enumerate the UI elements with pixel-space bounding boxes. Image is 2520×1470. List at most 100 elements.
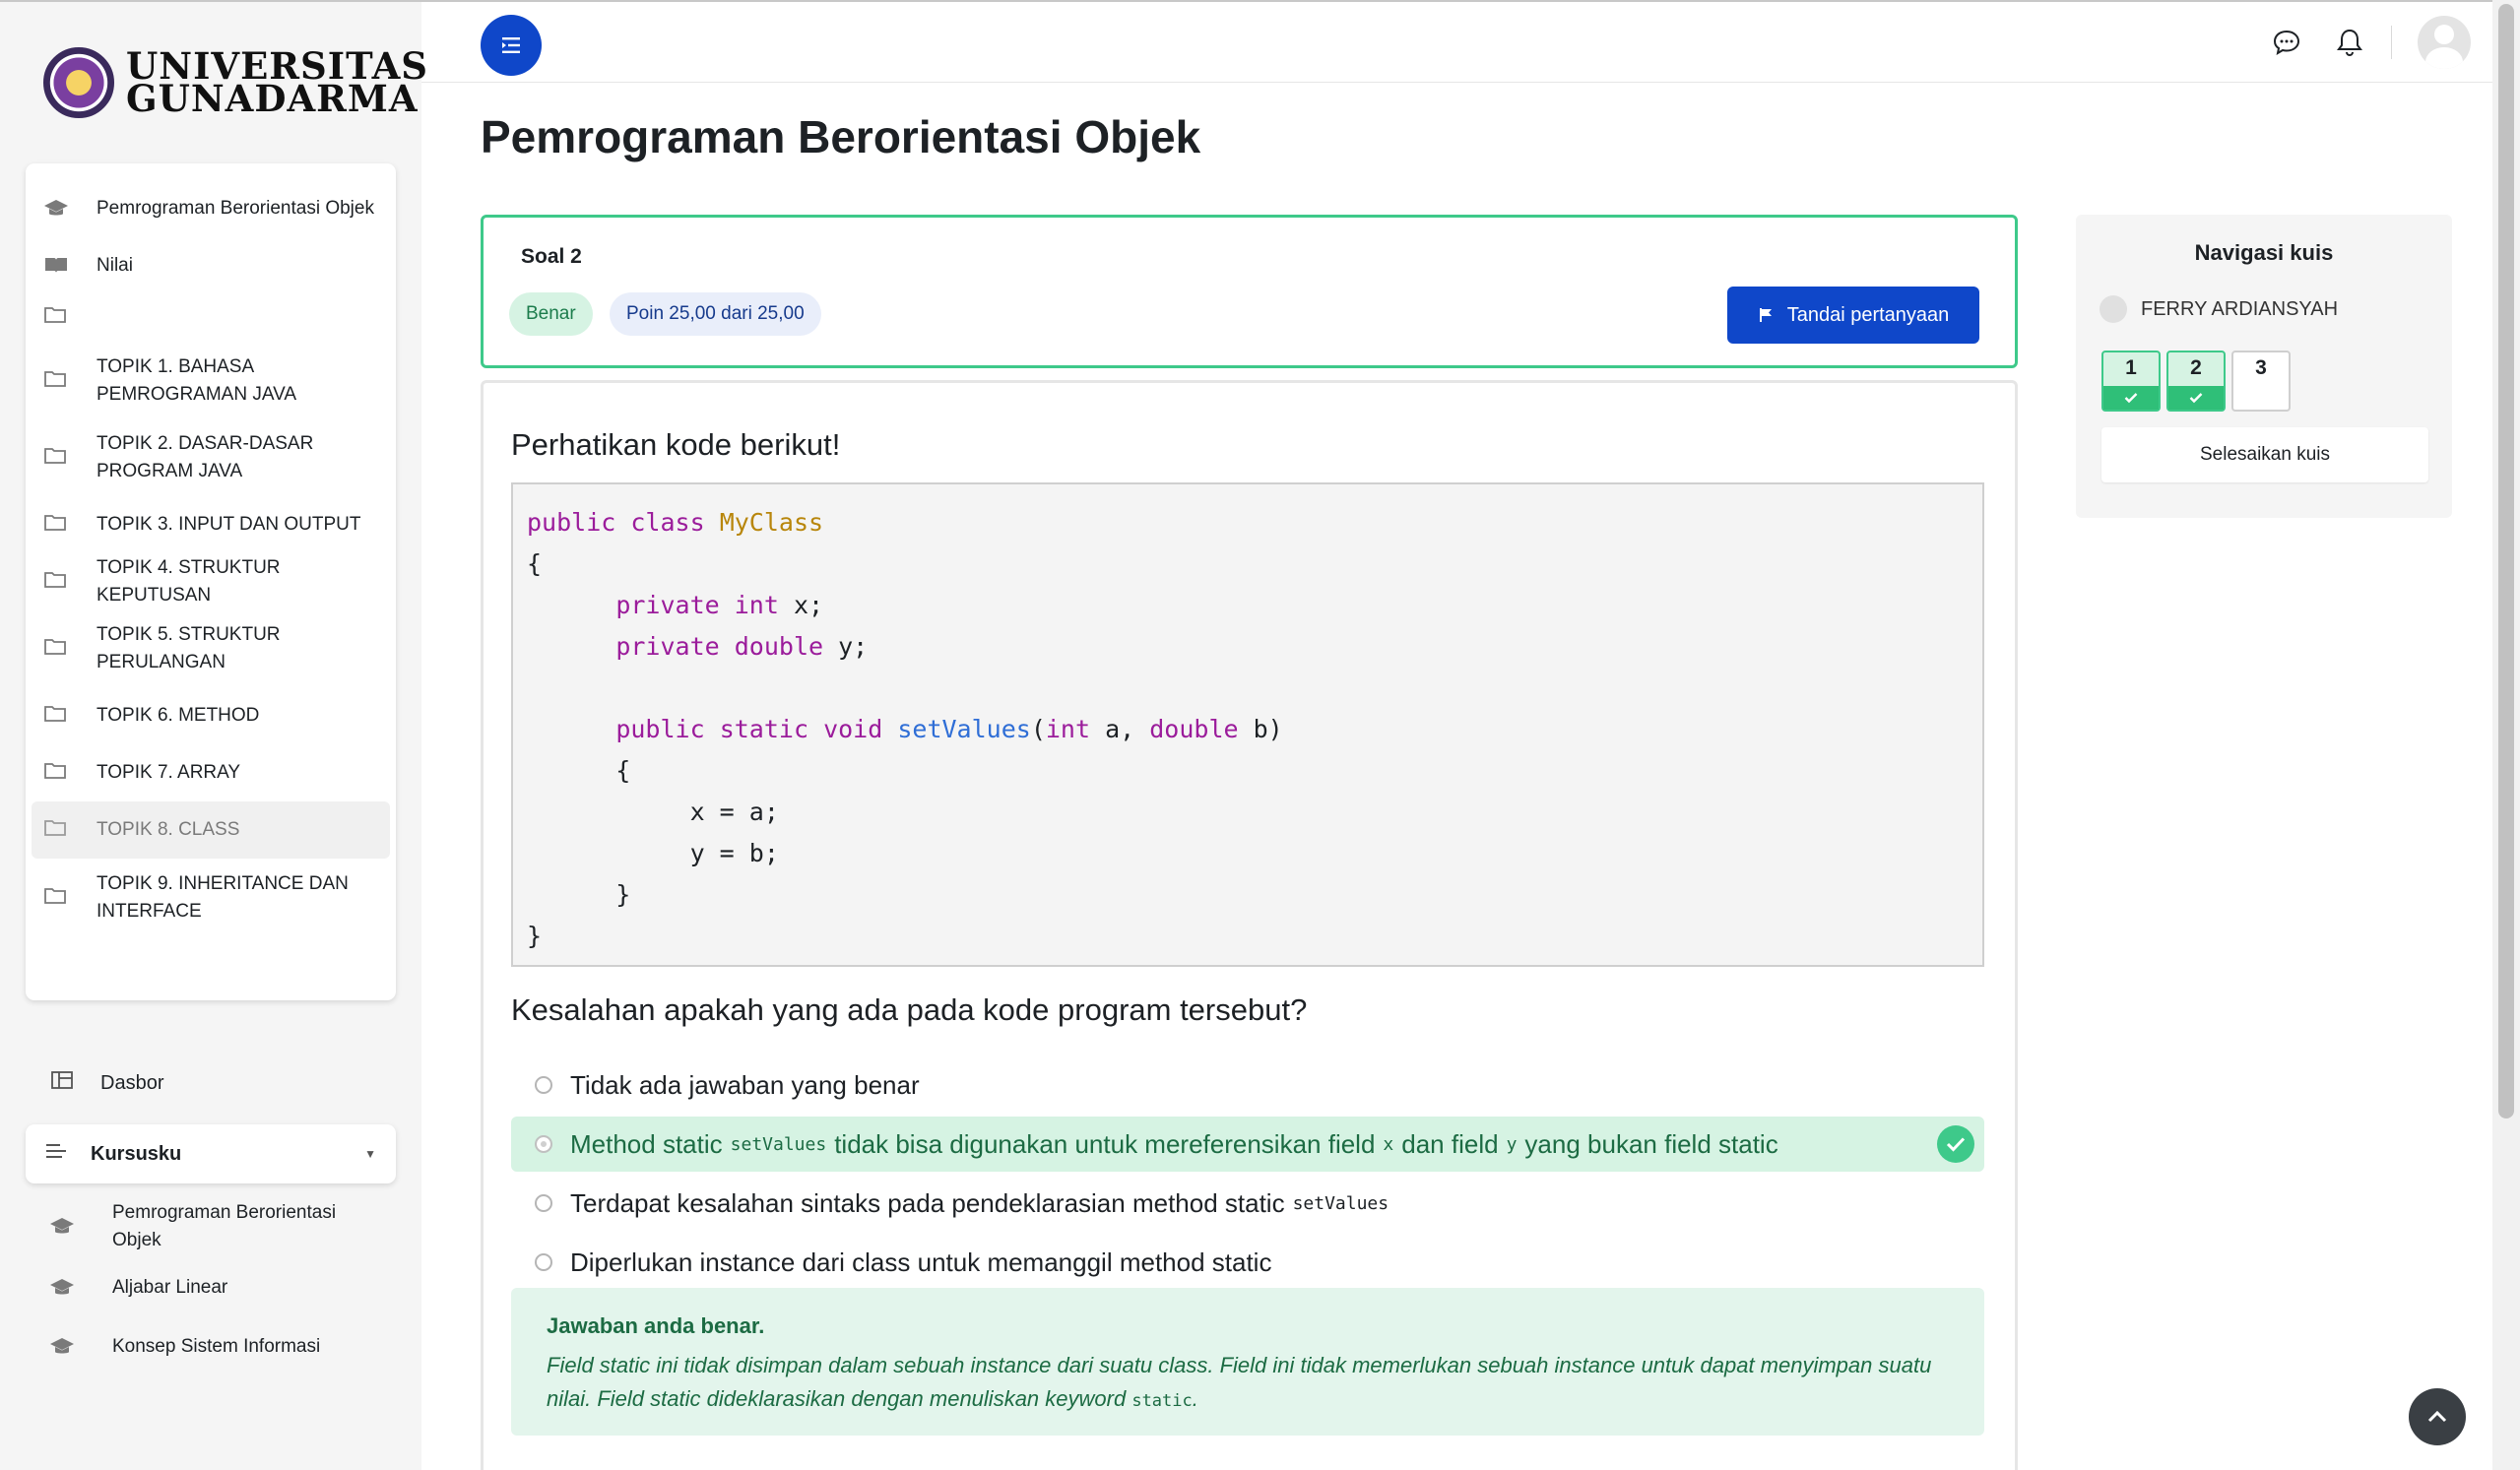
dashboard-icon [51, 1070, 75, 1096]
university-logo[interactable]: UNIVERSITAS GUNADARMA [43, 47, 428, 118]
nav-topik-1[interactable]: TOPIK 1. BAHASA PEMROGRAMAN JAVA [26, 343, 396, 419]
answer-radio[interactable] [535, 1194, 552, 1212]
answer-option[interactable]: Tidak ada jawaban yang benar [511, 1057, 1984, 1113]
menu-toggle-button[interactable] [481, 15, 542, 76]
nav-label: Pemrograman Berorientasi Objek [97, 198, 374, 219]
page-scrollbar[interactable] [2492, 0, 2520, 1470]
feedback-keyword: static [1131, 1391, 1193, 1411]
kursus-item[interactable]: Pemrograman Berorientasi Objek [26, 1195, 396, 1258]
user-avatar[interactable] [2418, 16, 2471, 69]
code-line: } [527, 880, 631, 909]
feedback-title: Jawaban anda benar. [547, 1313, 765, 1338]
code-block: public class MyClass { private int x; pri… [511, 482, 1984, 967]
nav-section-general[interactable] [26, 291, 396, 343]
quiz-nav-title: Navigasi kuis [2194, 240, 2334, 265]
book-icon [43, 254, 71, 278]
code-line: } [527, 922, 543, 950]
code-line: y = b; [527, 839, 779, 867]
question-prompt: Kesalahan apakah yang ada pada kode prog… [511, 992, 1308, 1027]
nav-label: TOPIK 7. ARRAY [97, 762, 241, 783]
back-to-top-button[interactable] [2409, 1388, 2466, 1445]
messages-button[interactable] [2267, 23, 2306, 62]
menu-toggle-icon [502, 37, 520, 53]
correct-check-icon [1937, 1125, 1974, 1163]
quiz-user: FERRY ARDIANSYAH [2100, 295, 2338, 323]
question-button-3[interactable]: 3 [2231, 351, 2291, 412]
answer-option[interactable]: Terdapat kesalahan sintaks pada pendekla… [511, 1176, 1984, 1231]
answer-code: setValues [730, 1133, 827, 1155]
kursus-item[interactable]: Konsep Sistem Informasi [26, 1317, 396, 1376]
nav-grades[interactable]: Nilai [26, 240, 396, 291]
kursus-label: Pemrograman Berorientasi Objek [112, 1202, 337, 1250]
folder-icon [43, 818, 71, 842]
question-button-2[interactable]: 2 [2166, 351, 2226, 412]
flag-icon [1759, 308, 1772, 322]
answer-radio[interactable] [535, 1076, 552, 1094]
question-button-label: 2 [2190, 356, 2202, 379]
nav-topik-8[interactable]: TOPIK 8. CLASS [32, 801, 390, 859]
kursusku-label: Kursusku [91, 1142, 182, 1165]
answer-radio[interactable] [535, 1253, 552, 1271]
nav-label: TOPIK 5. STRUKTUR PERULANGAN [97, 624, 281, 672]
nav-label: TOPIK 3. INPUT DAN OUTPUT [97, 514, 361, 535]
folder-icon [43, 305, 71, 329]
answer-list: Tidak ada jawaban yang benar Method stat… [511, 1057, 1984, 1294]
status-badge: Benar [509, 292, 593, 336]
nav-dasbor[interactable]: Dasbor [26, 1065, 396, 1101]
page-title: Pemrograman Berorientasi Objek [481, 111, 1201, 162]
nav-topik-4[interactable]: TOPIK 4. STRUKTUR KEPUTUSAN [26, 553, 396, 610]
nav-topik-9[interactable]: TOPIK 9. INHERITANCE DAN INTERFACE [26, 859, 396, 937]
folder-icon [43, 886, 71, 910]
nav-topik-3[interactable]: TOPIK 3. INPUT DAN OUTPUT [26, 496, 396, 553]
folder-icon [43, 761, 71, 785]
answer-text: Terdapat kesalahan sintaks pada pendekla… [570, 1187, 1285, 1218]
answer-text: Diperlukan instance dari class untuk mem… [570, 1246, 1272, 1277]
folder-icon [43, 446, 71, 470]
kursus-label: Aljabar Linear [112, 1277, 228, 1298]
answer-option[interactable]: Diperlukan instance dari class untuk mem… [511, 1235, 1984, 1290]
nav-topik-2[interactable]: TOPIK 2. DASAR-DASAR PROGRAM JAVA [26, 419, 396, 496]
nav-label: Dasbor [100, 1071, 164, 1094]
list-icon [45, 1142, 69, 1166]
answer-code: setValues [1292, 1192, 1389, 1214]
nav-label: TOPIK 6. METHOD [97, 705, 260, 726]
folder-icon [43, 704, 71, 728]
answer-code: x [1383, 1133, 1394, 1155]
nav-label: TOPIK 4. STRUKTUR KEPUTUSAN [97, 557, 281, 606]
kursus-label: Konsep Sistem Informasi [112, 1336, 321, 1357]
code-line: { [527, 756, 631, 785]
left-drawer: UNIVERSITAS GUNADARMA Pemrograman Berori… [0, 0, 427, 1470]
brand-line-2: GUNADARMA [126, 77, 419, 120]
nav-topik-7[interactable]: TOPIK 7. ARRAY [26, 744, 396, 801]
nav-topik-6[interactable]: TOPIK 6. METHOD [26, 687, 396, 744]
answered-check-icon [2168, 386, 2224, 410]
kursus-item[interactable]: Aljabar Linear [26, 1258, 396, 1317]
kursusku-toggle[interactable]: Kursusku ▼ [26, 1124, 396, 1183]
scrollbar-thumb[interactable] [2498, 4, 2514, 1118]
answer-radio[interactable] [535, 1135, 552, 1153]
chat-icon [2273, 30, 2300, 56]
question-intro: Perhatikan kode berikut! [511, 427, 841, 462]
quiz-navigation: Navigasi kuis FERRY ARDIANSYAH 1 2 3 Sel… [2076, 215, 2452, 518]
finish-quiz-link[interactable]: Selesaikan kuis [2101, 427, 2428, 482]
bell-icon [2337, 29, 2362, 57]
graduation-cap-icon [49, 1276, 77, 1300]
code-line: private double y; [615, 632, 869, 661]
flag-question-button[interactable]: Tandai pertanyaan [1727, 287, 1979, 344]
code-line: { [527, 549, 543, 578]
nav-course-home[interactable]: Pemrograman Berorientasi Objek [26, 177, 396, 240]
question-button-1[interactable]: 1 [2101, 351, 2161, 412]
feedback-box: Jawaban anda benar. Field static ini tid… [511, 1288, 1984, 1436]
folder-icon [43, 369, 71, 393]
nav-topik-5[interactable]: TOPIK 5. STRUKTUR PERULANGAN [26, 610, 396, 687]
course-navigation: Pemrograman Berorientasi Objek Nilai TOP… [26, 163, 396, 1000]
graduation-cap-icon [49, 1215, 77, 1239]
top-icons [2243, 16, 2471, 69]
answered-check-icon [2103, 386, 2159, 410]
notifications-button[interactable] [2330, 23, 2369, 62]
question-buttons: 1 2 3 [2101, 351, 2291, 412]
answer-option-correct[interactable]: Method static setValues tidak bisa digun… [511, 1117, 1984, 1172]
question-info-box: Soal 2 Benar Poin 25,00 dari 25,00 Tanda… [481, 215, 2018, 368]
question-number: Soal 2 [521, 245, 582, 268]
